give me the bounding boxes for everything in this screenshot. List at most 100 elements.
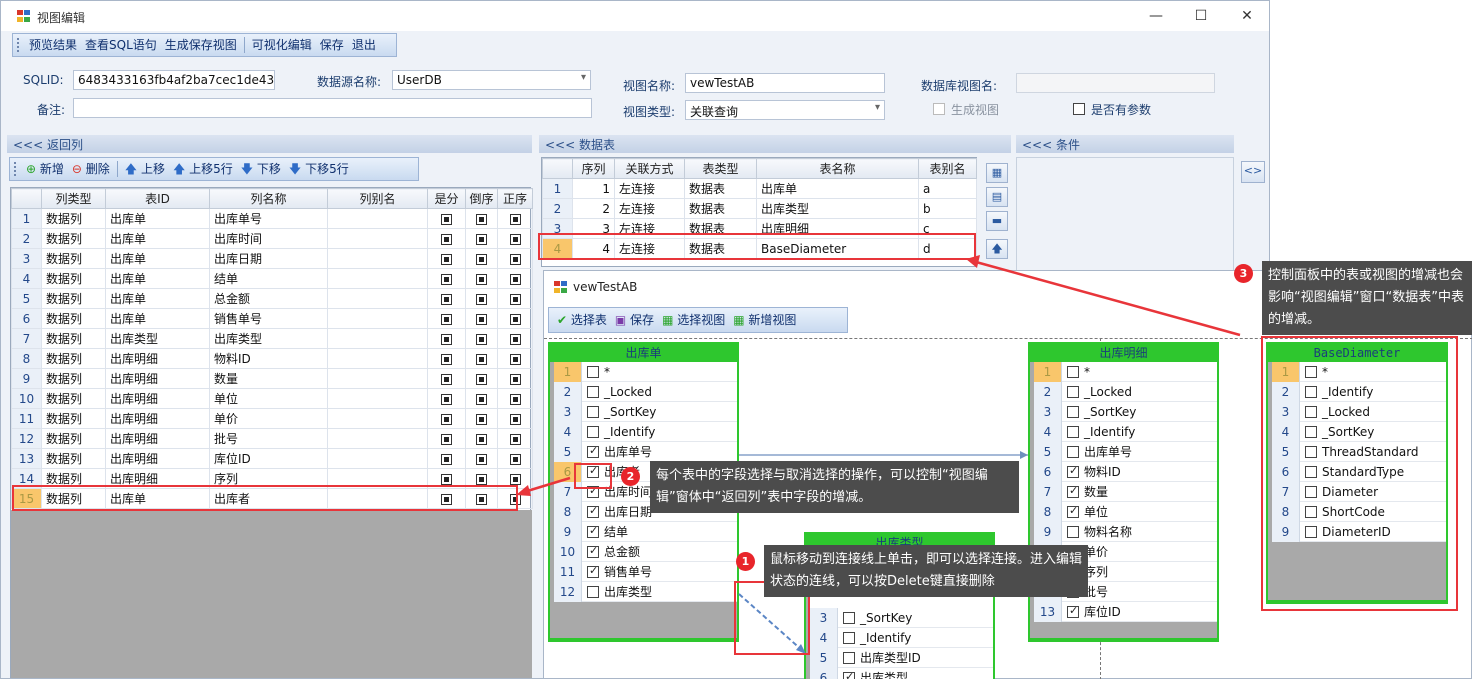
grid-cell[interactable]: 出库单 [756, 178, 919, 199]
grid-cell[interactable]: 数据列 [41, 428, 106, 449]
field-checkbox[interactable] [843, 612, 855, 624]
field-checkbox-cell[interactable] [582, 385, 604, 399]
grid-cell[interactable]: 数据列 [41, 328, 106, 349]
flag-checkbox[interactable] [509, 233, 521, 245]
flag-checkbox[interactable] [476, 373, 487, 385]
flag-checkbox[interactable] [441, 393, 452, 405]
column-header[interactable]: 是分 [427, 188, 466, 209]
flag-checkbox[interactable] [509, 433, 521, 445]
flag-cell[interactable] [465, 248, 498, 269]
field-checkbox-cell[interactable] [582, 365, 604, 379]
field-checkbox-cell[interactable] [1062, 425, 1084, 439]
field-checkbox-cell[interactable] [582, 504, 604, 519]
flag-checkbox[interactable] [441, 333, 452, 345]
field-checkbox[interactable] [843, 652, 855, 664]
column-header[interactable]: 列类型 [41, 188, 106, 209]
source-name-select[interactable]: UserDB [392, 70, 591, 90]
flag-cell[interactable] [427, 308, 466, 329]
flag-cell[interactable] [427, 328, 466, 349]
grid-cell[interactable]: 数据列 [41, 388, 106, 409]
field-row[interactable]: 9 物料名称 [1034, 521, 1217, 542]
field-row[interactable]: 13 库位ID [1034, 601, 1217, 622]
flag-checkbox[interactable] [509, 413, 521, 425]
flag-cell[interactable] [465, 308, 498, 329]
flag-cell[interactable] [497, 288, 533, 309]
field-checkbox[interactable] [587, 426, 599, 438]
field-checkbox[interactable] [587, 386, 599, 398]
copy-table-button[interactable]: ▤ [986, 187, 1008, 207]
field-checkbox[interactable] [1067, 446, 1079, 458]
field-checkbox[interactable] [1067, 386, 1079, 398]
db-view-name-field[interactable] [1016, 73, 1215, 93]
field-row[interactable]: 5 出库单号 [1034, 441, 1217, 462]
grid-cell[interactable]: 出库明细 [105, 448, 210, 469]
flag-checkbox[interactable] [476, 393, 487, 405]
toolbar-grip[interactable] [14, 162, 20, 176]
grid-cell[interactable]: 出库单 [105, 228, 210, 249]
column-header[interactable]: 表名称 [756, 158, 919, 179]
grid-cell[interactable]: 数据列 [41, 288, 106, 309]
alias-cell[interactable] [327, 268, 428, 289]
alias-cell[interactable] [327, 228, 428, 249]
flag-cell[interactable] [497, 388, 533, 409]
field-checkbox[interactable] [587, 544, 599, 558]
table-row[interactable]: 9 数据列 出库明细 数量 [11, 368, 533, 389]
field-checkbox[interactable] [587, 504, 599, 518]
field-checkbox[interactable] [1067, 426, 1079, 438]
generate-view-checkbox[interactable] [933, 103, 945, 115]
field-row[interactable]: 6 物料ID [1034, 461, 1217, 482]
grid-cell[interactable]: 出库类型 [209, 328, 328, 349]
field-checkbox[interactable] [587, 366, 599, 378]
field-row[interactable]: 8 单位 [1034, 501, 1217, 522]
flag-cell[interactable] [497, 428, 533, 449]
flag-checkbox[interactable] [476, 473, 487, 485]
move-down-button[interactable]: 🡇 下移 [237, 158, 285, 180]
grid-cell[interactable]: 数据列 [41, 208, 106, 229]
flag-checkbox[interactable] [441, 353, 452, 365]
flag-checkbox[interactable] [509, 353, 521, 365]
flag-checkbox[interactable] [509, 213, 521, 225]
sqlid-field[interactable]: 6483433163fb4af2ba7cec1de4334 [73, 70, 275, 90]
flag-checkbox[interactable] [476, 433, 487, 445]
select-table-button[interactable]: ✔ 选择表 [553, 309, 611, 331]
grid-cell[interactable]: 出库明细 [105, 348, 210, 369]
flag-cell[interactable] [497, 368, 533, 389]
grid-cell[interactable]: 出库时间 [209, 228, 328, 249]
flag-cell[interactable] [497, 208, 533, 229]
field-checkbox[interactable] [1067, 504, 1079, 518]
column-header[interactable]: 列名称 [209, 188, 328, 209]
field-checkbox[interactable] [843, 670, 855, 679]
close-button[interactable]: ✕ [1235, 6, 1259, 26]
table-row[interactable]: 12 数据列 出库明细 批号 [11, 428, 533, 449]
flag-cell[interactable] [465, 388, 498, 409]
view-type-select[interactable]: 关联查询 [685, 100, 885, 120]
field-row[interactable]: 3 _SortKey [810, 607, 993, 628]
grid-cell[interactable]: 出库类型 [105, 328, 210, 349]
flag-checkbox[interactable] [441, 453, 452, 465]
flag-cell[interactable] [497, 228, 533, 249]
table-row[interactable]: 5 数据列 出库单 总金额 [11, 288, 533, 309]
flag-cell[interactable] [427, 368, 466, 389]
select-view-button[interactable]: ▦ 选择视图 [658, 309, 729, 331]
has-param-checkbox[interactable] [1073, 103, 1085, 115]
move-down-5-button[interactable]: 🡇 下移5行 [285, 158, 353, 180]
column-header[interactable]: 倒序 [465, 188, 498, 209]
field-checkbox[interactable] [1067, 406, 1079, 418]
move-table-up-button[interactable]: 🡅 [986, 239, 1008, 259]
exit-button[interactable]: 退出 [348, 34, 380, 56]
table-row[interactable]: 2 2 左连接 数据表 出库类型 b [542, 198, 977, 219]
grid-cell[interactable]: 数据列 [41, 368, 106, 389]
grid-cell[interactable]: b [918, 198, 977, 219]
field-checkbox[interactable] [587, 444, 599, 458]
flag-cell[interactable] [497, 448, 533, 469]
field-row[interactable]: 1 * [1034, 361, 1217, 382]
flag-checkbox[interactable] [509, 393, 521, 405]
grid-cell[interactable]: 库位ID [209, 448, 328, 469]
field-row[interactable]: 1 * [554, 361, 737, 382]
add-view-button[interactable]: ▦ 新增视图 [729, 309, 800, 331]
alias-cell[interactable] [327, 288, 428, 309]
flag-checkbox[interactable] [441, 313, 452, 325]
field-checkbox[interactable] [587, 586, 599, 598]
flag-cell[interactable] [465, 268, 498, 289]
grid-cell[interactable]: 左连接 [614, 178, 685, 199]
